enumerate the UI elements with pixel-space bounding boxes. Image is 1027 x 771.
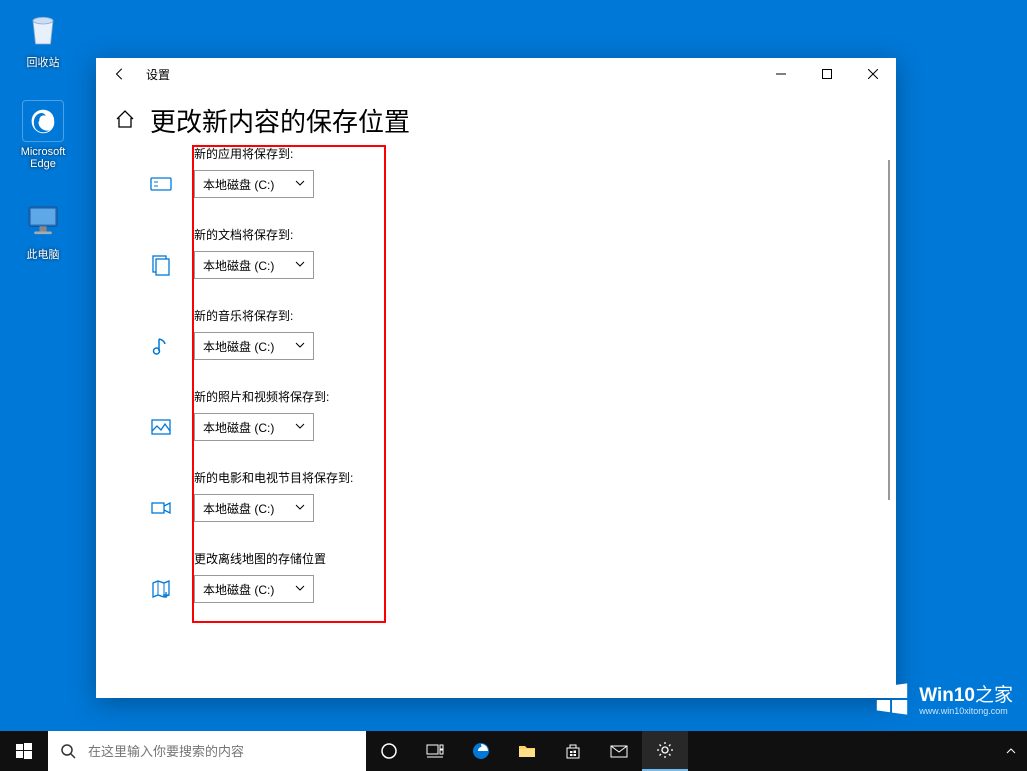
- edge-icon: [22, 100, 64, 142]
- dropdown-videos[interactable]: 本地磁盘 (C:): [194, 494, 314, 522]
- apps-icon: [150, 173, 172, 195]
- this-pc-icon: [22, 200, 64, 242]
- dropdown-maps[interactable]: 本地磁盘 (C:): [194, 575, 314, 603]
- videos-icon: [150, 497, 172, 519]
- chevron-down-icon: [295, 501, 305, 515]
- section-label: 新的应用将保存到:: [194, 145, 872, 162]
- section-label: 新的照片和视频将保存到:: [194, 388, 872, 405]
- windows-logo-icon: [873, 680, 911, 723]
- taskbar-edge[interactable]: [458, 731, 504, 771]
- chevron-down-icon: [295, 582, 305, 596]
- music-icon: [150, 335, 172, 357]
- dropdown-pictures[interactable]: 本地磁盘 (C:): [194, 413, 314, 441]
- section-maps: 更改离线地图的存储位置 本地磁盘 (C:): [150, 550, 872, 603]
- cortana-button[interactable]: [366, 731, 412, 771]
- page-title: 更改新内容的保存位置: [150, 102, 872, 139]
- recycle-bin-label: 回收站: [8, 54, 78, 70]
- watermark: Win10之家 www.win10xitong.com: [873, 680, 1013, 723]
- section-videos: 新的电影和电视节目将保存到: 本地磁盘 (C:): [150, 469, 872, 522]
- section-label: 新的音乐将保存到:: [194, 307, 872, 324]
- settings-window: 设置 更改新内容的保存位置 新的应用将保存到: 本地磁盘 (C:): [96, 58, 896, 698]
- recycle-bin-icon: [22, 8, 64, 50]
- maximize-button[interactable]: [804, 58, 850, 90]
- section-label: 更改离线地图的存储位置: [194, 550, 872, 567]
- chevron-down-icon: [295, 339, 305, 353]
- titlebar: 设置: [96, 58, 896, 90]
- taskbar-store[interactable]: [550, 731, 596, 771]
- section-apps: 新的应用将保存到: 本地磁盘 (C:): [150, 145, 872, 198]
- settings-list: 新的应用将保存到: 本地磁盘 (C:) 新的文档将保存到: 本地磁盘 (C:) …: [150, 145, 872, 603]
- start-button[interactable]: [0, 731, 48, 771]
- section-music: 新的音乐将保存到: 本地磁盘 (C:): [150, 307, 872, 360]
- taskbar-mail[interactable]: [596, 731, 642, 771]
- section-label: 新的电影和电视节目将保存到:: [194, 469, 872, 486]
- section-pictures: 新的照片和视频将保存到: 本地磁盘 (C:): [150, 388, 872, 441]
- pictures-icon: [150, 416, 172, 438]
- section-documents: 新的文档将保存到: 本地磁盘 (C:): [150, 226, 872, 279]
- search-input[interactable]: [88, 731, 366, 771]
- dropdown-documents[interactable]: 本地磁盘 (C:): [194, 251, 314, 279]
- scrollbar[interactable]: [888, 160, 890, 500]
- back-button[interactable]: [104, 58, 136, 90]
- task-view-button[interactable]: [412, 731, 458, 771]
- search-box[interactable]: [48, 731, 366, 771]
- chevron-down-icon: [295, 177, 305, 191]
- home-button[interactable]: [114, 108, 136, 130]
- dropdown-apps[interactable]: 本地磁盘 (C:): [194, 170, 314, 198]
- chevron-down-icon: [295, 258, 305, 272]
- window-title: 设置: [146, 66, 170, 83]
- edge-label: Microsoft Edge: [8, 146, 78, 170]
- taskbar: [0, 731, 1027, 771]
- minimize-button[interactable]: [758, 58, 804, 90]
- taskbar-settings[interactable]: [642, 731, 688, 771]
- desktop-icon-this-pc[interactable]: 此电脑: [8, 200, 78, 262]
- maps-icon: [150, 578, 172, 600]
- documents-icon: [150, 254, 172, 276]
- dropdown-music[interactable]: 本地磁盘 (C:): [194, 332, 314, 360]
- section-label: 新的文档将保存到:: [194, 226, 872, 243]
- desktop-icon-edge[interactable]: Microsoft Edge: [8, 100, 78, 170]
- desktop-icon-recycle-bin[interactable]: 回收站: [8, 8, 78, 70]
- close-button[interactable]: [850, 58, 896, 90]
- taskbar-explorer[interactable]: [504, 731, 550, 771]
- this-pc-label: 此电脑: [8, 246, 78, 262]
- chevron-down-icon: [295, 420, 305, 434]
- search-icon: [48, 743, 88, 759]
- tray-chevron-up-icon[interactable]: [995, 746, 1027, 756]
